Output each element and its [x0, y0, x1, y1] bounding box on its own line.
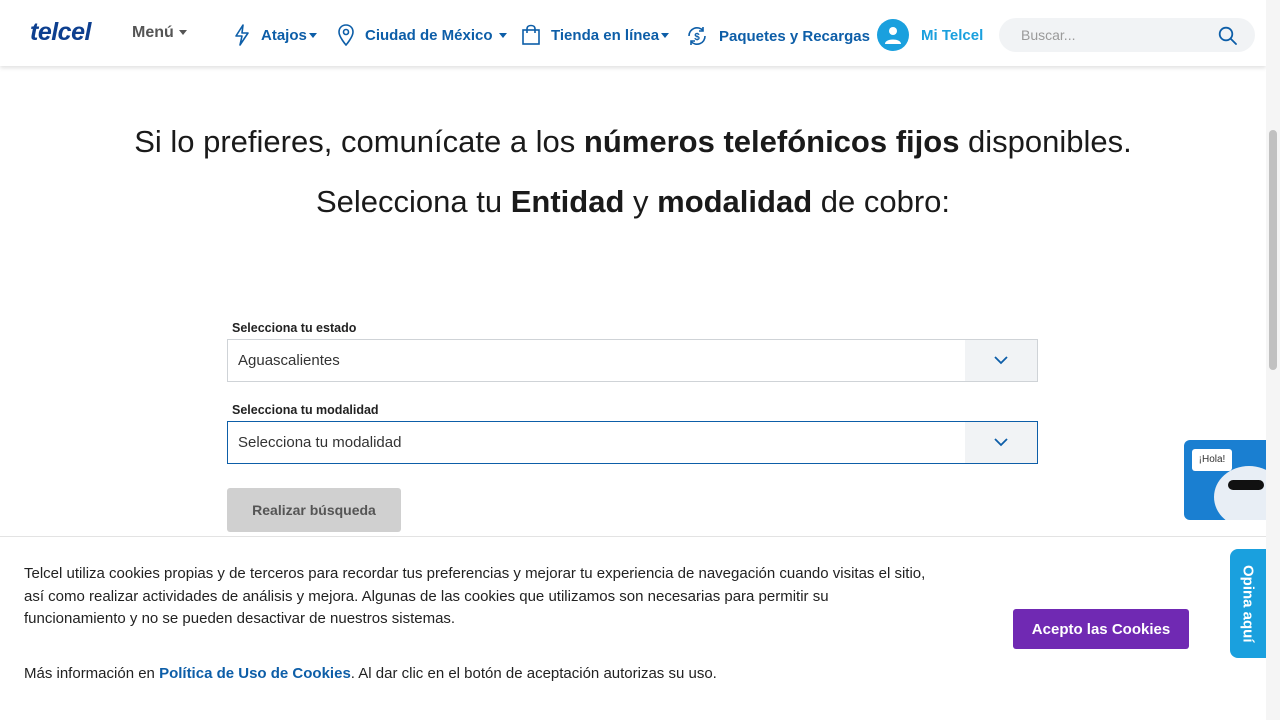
- recharge-dollar-icon: $: [688, 26, 706, 46]
- cookie-more-pre: Más información en: [24, 665, 160, 682]
- shopping-bag-icon: [522, 24, 540, 45]
- user-avatar-icon: [877, 19, 909, 51]
- chat-widget[interactable]: ¡Hola!: [1184, 440, 1266, 520]
- heading-emphasis: Entidad: [510, 184, 625, 219]
- cookie-more-info: Más información en Política de Uso de Co…: [24, 665, 717, 682]
- state-select-toggle[interactable]: [965, 340, 1037, 381]
- chevron-down-icon: [308, 32, 317, 38]
- lightning-icon: [235, 24, 249, 46]
- nav-packages[interactable]: $ Paquetes y Recargas: [685, 24, 870, 48]
- cookie-more-post: . Al dar clic en el botón de aceptación …: [350, 665, 717, 682]
- accept-cookies-button[interactable]: Acepto las Cookies: [1013, 609, 1189, 649]
- mi-telcel-link[interactable]: Mi Telcel: [877, 19, 983, 51]
- search-icon[interactable]: [1218, 26, 1237, 45]
- menu-button[interactable]: Menú: [132, 24, 187, 42]
- state-select[interactable]: Aguascalientes: [227, 339, 1038, 382]
- chevron-down-icon: [994, 438, 1008, 447]
- heading-emphasis: números telefónicos fijos: [583, 124, 960, 159]
- feedback-tab[interactable]: Opina aquí: [1230, 549, 1266, 658]
- mode-label: Selecciona tu modalidad: [232, 403, 379, 417]
- mode-select-value: Selecciona tu modalidad: [238, 434, 402, 451]
- sunglasses-icon: [1228, 480, 1264, 490]
- state-select-value: Aguascalientes: [238, 352, 340, 369]
- heading-text: disponibles.: [959, 124, 1132, 159]
- phones-heading: Si lo prefieres, comunícate a los número…: [0, 124, 1266, 160]
- nav-city[interactable]: Ciudad de México: [337, 24, 507, 46]
- heading-text: Selecciona tu: [315, 184, 511, 219]
- nav-store[interactable]: Tienda en línea: [521, 24, 670, 46]
- heading-text: y: [624, 184, 658, 219]
- search-box: [999, 18, 1255, 52]
- chevron-down-icon: [178, 30, 187, 36]
- mode-select-toggle[interactable]: [965, 422, 1037, 463]
- select-entity-heading: Selecciona tu Entidad y modalidad de cob…: [0, 184, 1266, 220]
- heading-text: Si lo prefieres, comunícate a los: [134, 124, 584, 159]
- heading-text: de cobro:: [812, 184, 951, 219]
- cookie-policy-link[interactable]: Política de Uso de Cookies: [159, 665, 351, 682]
- menu-label: Menú: [132, 24, 174, 41]
- nav-atajos[interactable]: Atajos: [233, 24, 317, 46]
- nav-store-label: Tienda en línea: [551, 26, 660, 44]
- site-header: telcel Menú Atajos Ciudad de México Tien…: [0, 0, 1266, 66]
- mode-select[interactable]: Selecciona tu modalidad: [227, 421, 1038, 464]
- cookie-banner: Telcel utiliza cookies propias y de terc…: [0, 536, 1266, 721]
- chevron-down-icon: [498, 32, 507, 38]
- state-label: Selecciona tu estado: [232, 321, 357, 335]
- telcel-logo[interactable]: telcel: [30, 18, 91, 47]
- search-submit-button[interactable]: Realizar búsqueda: [227, 488, 401, 532]
- chat-greeting: ¡Hola!: [1192, 449, 1232, 471]
- nav-packages-label: Paquetes y Recargas: [719, 27, 870, 45]
- chevron-down-icon: [994, 356, 1008, 365]
- cookie-text: Telcel utiliza cookies propias y de terc…: [24, 565, 926, 627]
- feedback-label: Opina aquí: [1239, 564, 1257, 643]
- nav-city-label: Ciudad de México: [365, 26, 493, 44]
- page-scrollbar[interactable]: [1266, 0, 1280, 720]
- svg-text:$: $: [694, 32, 700, 43]
- location-pin-icon: [338, 24, 354, 46]
- mascot-icon: [1214, 466, 1266, 520]
- chevron-down-icon: [661, 32, 670, 38]
- heading-emphasis: modalidad: [657, 184, 813, 219]
- mi-telcel-label: Mi Telcel: [921, 26, 984, 44]
- scrollbar-thumb[interactable]: [1269, 130, 1277, 370]
- nav-atajos-label: Atajos: [261, 26, 307, 44]
- search-input[interactable]: [1019, 26, 1213, 44]
